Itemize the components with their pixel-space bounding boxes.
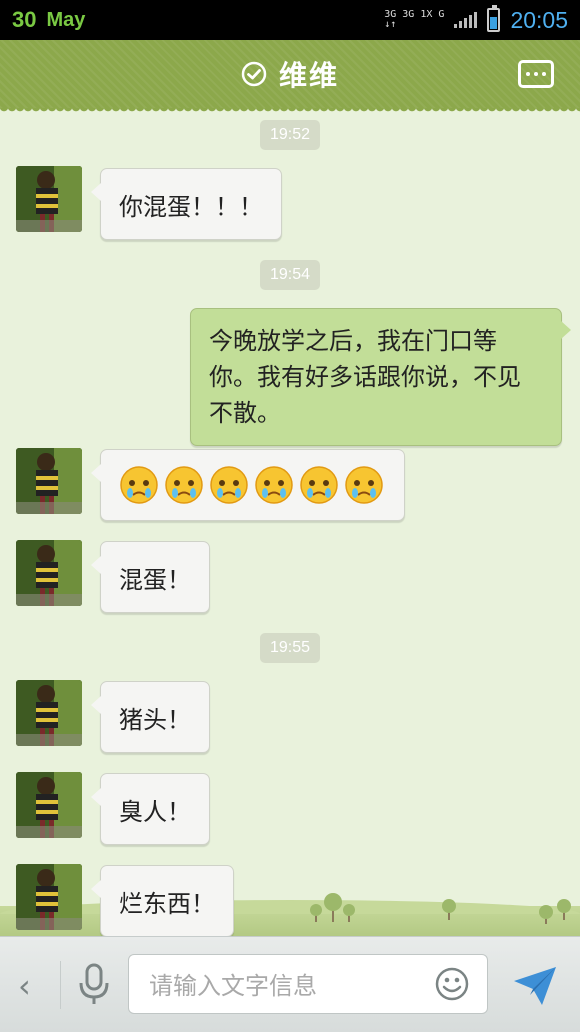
chevron-left-icon[interactable]: ‹ [18,967,31,1005]
message-text: 混蛋！ [119,565,191,594]
network-type-indicator: 3G 3G 1X G ↓↑ [384,10,444,30]
microphone-icon[interactable] [76,963,112,1007]
smiley-icon[interactable] [435,967,469,1001]
incoming-message[interactable]: 臭人！ [91,773,210,845]
message-input-bar: ‹ [0,936,580,1032]
contact-avatar[interactable] [16,166,82,232]
timestamp-badge: 19:52 [260,120,320,150]
status-date-month: May [46,8,86,31]
incoming-message[interactable]: 烂东西！ [91,865,234,936]
crying-face-icon [255,466,293,504]
status-time: 20:05 [510,6,568,33]
message-list[interactable]: 19:52 你混蛋！！！ 19:54 今晚放学之后，我在门口等你。我有好多话跟你… [0,108,580,936]
incoming-message[interactable]: 猪头！ [91,681,210,753]
battery-icon [487,5,501,32]
status-indicators: 3G 3G 1X G ↓↑ 20:05 [384,5,568,34]
message-input-box[interactable] [128,954,488,1014]
timestamp-badge: 19:54 [260,260,320,290]
check-circle-icon [241,61,267,87]
status-bar: 30 May 3G 3G 1X G ↓↑ 20:05 [0,0,580,40]
signal-icon [454,12,478,28]
contact-avatar[interactable] [16,864,82,930]
incoming-message[interactable] [91,449,405,521]
contact-avatar[interactable] [16,772,82,838]
chat-header: 维维 [0,40,580,114]
tree-decoration [310,893,571,924]
more-dots-icon [526,72,530,76]
paper-plane-icon[interactable] [512,965,558,1007]
crying-face-icon [345,466,383,504]
network-activity-label: ↓↑ [384,19,397,30]
message-text: 烂东西！ [119,889,215,918]
timestamp-badge: 19:55 [260,633,320,663]
contact-avatar[interactable] [16,680,82,746]
message-text: 猪头！ [119,705,191,734]
crying-face-icon [165,466,203,504]
incoming-message[interactable]: 混蛋！ [91,541,210,613]
crying-face-icon [300,466,338,504]
contact-avatar[interactable] [16,540,82,606]
outgoing-message[interactable]: 今晚放学之后，我在门口等你。我有好多话跟你说，不见不散。 [190,308,571,446]
more-options-button[interactable] [518,60,554,88]
crying-face-icon [210,466,248,504]
status-date-day: 30 [12,7,37,32]
incoming-message[interactable]: 你混蛋！！！ [91,168,282,240]
contact-avatar[interactable] [16,448,82,514]
crying-face-icon [120,466,158,504]
chat-title-group: 维维 [241,54,339,94]
message-input[interactable] [147,969,421,1003]
message-text: 今晚放学之后，我在门口等你。我有好多话跟你说，不见不散。 [209,327,521,427]
divider [60,961,61,1009]
message-text: 你混蛋！！！ [119,192,263,221]
message-text: 臭人！ [119,797,191,826]
emoji-row [119,465,384,505]
chat-title: 维维 [278,59,339,92]
